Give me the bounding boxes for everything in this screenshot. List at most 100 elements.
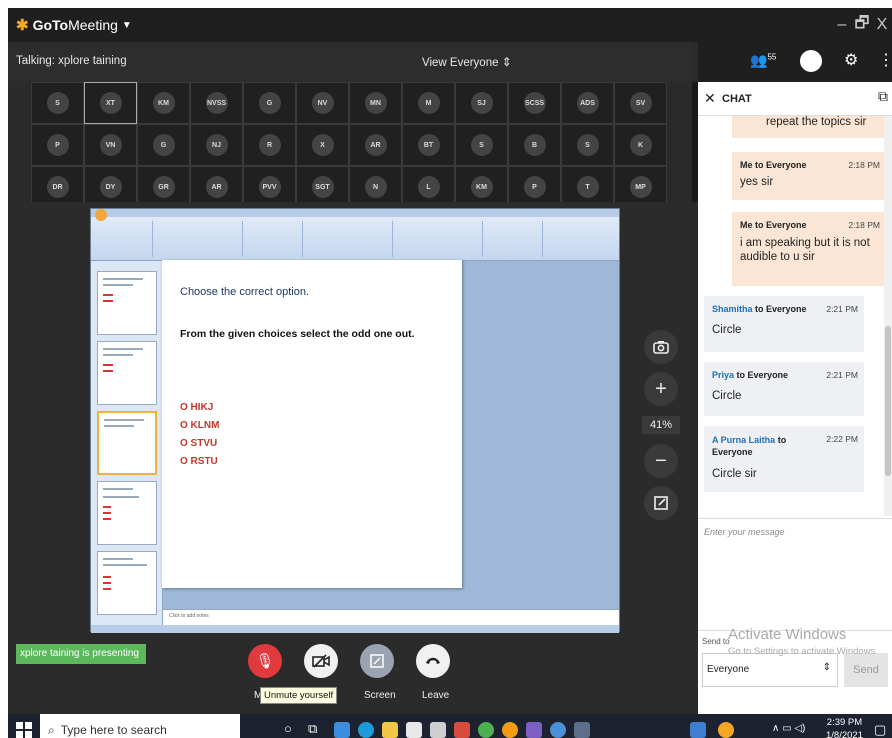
slide-thumbnail[interactable] bbox=[97, 271, 157, 335]
app-menu[interactable]: ✱ GoTo Meeting ▼ bbox=[16, 16, 132, 34]
app-icon[interactable] bbox=[690, 722, 706, 738]
attendee-tile[interactable]: B bbox=[508, 124, 561, 166]
attendee-tile[interactable]: VN bbox=[84, 124, 137, 166]
edge-icon[interactable] bbox=[358, 722, 374, 738]
attendee-tile[interactable]: KM bbox=[137, 82, 190, 124]
app-icon[interactable] bbox=[502, 722, 518, 738]
app-window: ✱ GoTo Meeting ▼ – 🗗 X 👥55 ⚙ ⋮ Talking: x… bbox=[8, 8, 892, 738]
app-icon[interactable] bbox=[454, 722, 470, 738]
attendee-tile[interactable]: GR bbox=[137, 166, 190, 202]
send-button[interactable]: Send bbox=[844, 653, 888, 687]
restore-button[interactable]: 🗗 bbox=[852, 12, 872, 39]
chat-input[interactable]: Enter your message bbox=[698, 518, 892, 630]
chat-tab-button[interactable] bbox=[800, 50, 822, 72]
attendee-tile[interactable]: KM bbox=[455, 166, 508, 202]
attendee-initials: P bbox=[46, 134, 69, 156]
attendee-tile[interactable]: MP bbox=[614, 166, 667, 202]
attendees-button[interactable]: 👥55 bbox=[750, 52, 776, 69]
file-explorer-icon[interactable] bbox=[382, 722, 398, 738]
slide-thumbnail[interactable] bbox=[97, 481, 157, 545]
popout-icon[interactable] bbox=[644, 486, 678, 520]
attendee-tile[interactable]: BT bbox=[402, 124, 455, 166]
attendee-tile[interactable]: P bbox=[508, 166, 561, 202]
popout-chat-icon[interactable]: ⧉ bbox=[878, 88, 888, 105]
zoom-out-icon[interactable]: − bbox=[644, 444, 678, 478]
screen-button[interactable] bbox=[360, 644, 394, 678]
attendee-initials: AR bbox=[205, 176, 228, 198]
more-menu-icon[interactable]: ⋮ bbox=[878, 50, 892, 70]
gear-icon[interactable]: ⚙ bbox=[844, 50, 858, 70]
attendee-tile[interactable]: NJ bbox=[190, 124, 243, 166]
store-icon[interactable] bbox=[406, 722, 422, 738]
attendee-tile[interactable]: S bbox=[455, 124, 508, 166]
attendee-tile[interactable]: S bbox=[31, 82, 84, 124]
attendee-tile[interactable]: PVV bbox=[243, 166, 296, 202]
attendee-initials: L bbox=[417, 176, 440, 198]
message-time: 2:18 PM bbox=[848, 160, 880, 170]
attendee-tile[interactable]: S bbox=[561, 124, 614, 166]
attendee-tile[interactable]: SCSS bbox=[508, 82, 561, 124]
task-view-icon[interactable]: ⧉ bbox=[308, 721, 317, 737]
leave-button[interactable] bbox=[416, 644, 450, 678]
attendee-initials: KM bbox=[152, 92, 175, 114]
clock[interactable]: 2:39 PM 1/8/2021 bbox=[826, 716, 863, 738]
attendee-tile[interactable]: MN bbox=[349, 82, 402, 124]
windows-start-icon[interactable] bbox=[16, 722, 32, 738]
attendee-tile[interactable]: NVSS bbox=[190, 82, 243, 124]
slide-option: O STVU bbox=[180, 438, 218, 449]
slide-thumbnail[interactable] bbox=[97, 341, 157, 405]
chrome-icon[interactable] bbox=[478, 722, 494, 738]
app-icon[interactable] bbox=[574, 722, 590, 738]
close-button[interactable]: X bbox=[872, 16, 892, 34]
attendee-tile[interactable]: N bbox=[349, 166, 402, 202]
attendee-tile[interactable]: L bbox=[402, 166, 455, 202]
attendee-initials: K bbox=[629, 134, 652, 156]
attendee-tile[interactable]: DY bbox=[84, 166, 137, 202]
attendee-tile[interactable]: SJ bbox=[455, 82, 508, 124]
attendee-initials: DY bbox=[99, 176, 122, 198]
attendee-initials: N bbox=[364, 176, 387, 198]
brand-meeting: Meeting bbox=[68, 17, 118, 33]
people-icon: 👥 bbox=[750, 52, 768, 68]
attendee-tile[interactable]: SGT bbox=[296, 166, 349, 202]
chevron-down-icon: ▼ bbox=[121, 19, 132, 31]
mail-icon[interactable] bbox=[334, 722, 350, 738]
attendee-tile[interactable]: ADS bbox=[561, 82, 614, 124]
attendee-tile[interactable]: AR bbox=[190, 166, 243, 202]
attendee-tile[interactable]: M bbox=[402, 82, 455, 124]
send-to-select[interactable]: Everyone ⇕ bbox=[702, 653, 838, 687]
tray-icons[interactable]: ∧ ▭ ◁) bbox=[772, 723, 805, 734]
minimize-button[interactable]: – bbox=[832, 16, 852, 34]
teams-icon[interactable] bbox=[526, 722, 542, 738]
attendee-tile[interactable]: G bbox=[137, 124, 190, 166]
attendee-tile[interactable]: G bbox=[243, 82, 296, 124]
attendee-tile[interactable]: XT bbox=[84, 82, 137, 124]
attendee-tile[interactable]: T bbox=[561, 166, 614, 202]
zoom-level: 41% bbox=[642, 416, 680, 434]
mic-button[interactable]: 🎙 bbox=[248, 644, 282, 678]
slide-thumbnail[interactable] bbox=[97, 551, 157, 615]
screen-share-icon bbox=[370, 654, 384, 668]
taskbar-search[interactable]: ⌕ Type here to search bbox=[40, 714, 240, 738]
attendee-tile[interactable]: R bbox=[243, 124, 296, 166]
attendee-tile[interactable]: DR bbox=[31, 166, 84, 202]
zoom-in-icon[interactable]: + bbox=[644, 372, 678, 406]
close-icon[interactable]: ✕ bbox=[704, 90, 716, 107]
attendee-tile[interactable]: P bbox=[31, 124, 84, 166]
gotomeeting-taskbar-icon[interactable] bbox=[718, 722, 734, 738]
cortana-icon[interactable]: ○ bbox=[284, 721, 292, 736]
calculator-icon[interactable] bbox=[430, 722, 446, 738]
attendee-tile[interactable]: K bbox=[614, 124, 667, 166]
chat-scrollbar[interactable] bbox=[884, 116, 892, 516]
notifications-icon[interactable]: ▢ bbox=[874, 722, 886, 738]
view-selector[interactable]: View Everyone ⇕ bbox=[422, 55, 512, 69]
camera-snapshot-icon[interactable] bbox=[644, 330, 678, 364]
app-icon[interactable] bbox=[550, 722, 566, 738]
slide-thumbnail-current[interactable] bbox=[97, 411, 157, 475]
message-text: Circle bbox=[712, 390, 742, 402]
attendee-tile[interactable]: NV bbox=[296, 82, 349, 124]
camera-button[interactable] bbox=[304, 644, 338, 678]
attendee-tile[interactable]: AR bbox=[349, 124, 402, 166]
attendee-tile[interactable]: SV bbox=[614, 82, 667, 124]
attendee-tile[interactable]: X bbox=[296, 124, 349, 166]
